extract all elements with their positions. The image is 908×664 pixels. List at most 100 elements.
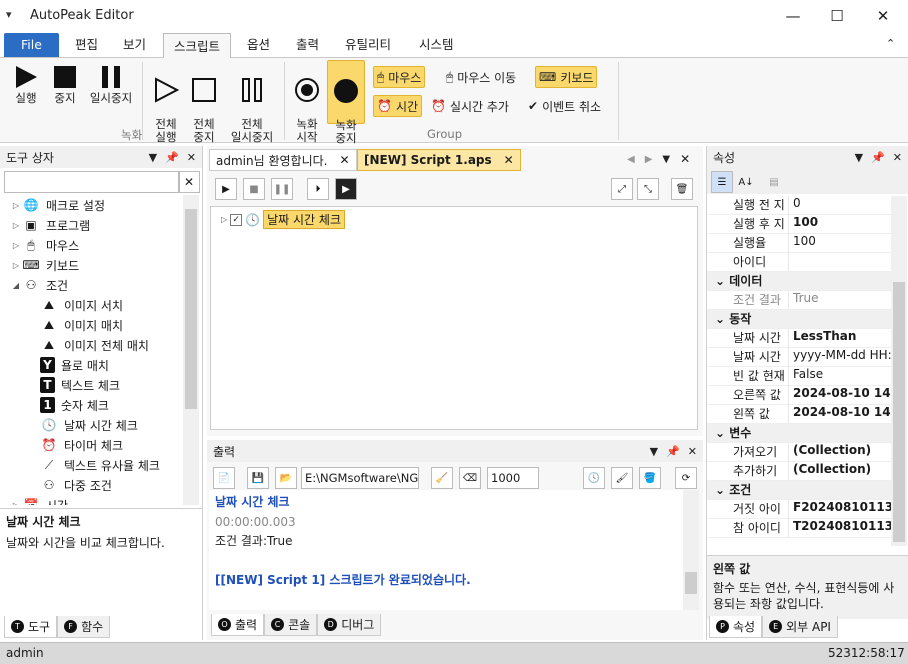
close-tab-icon[interactable]: ✕	[504, 153, 514, 167]
property-row[interactable]: 실행율 100	[707, 234, 891, 253]
property-row[interactable]: 실행 전 지0	[707, 196, 891, 215]
tree-item[interactable]: ⟋ 텍스트 유사율 체크	[0, 455, 160, 475]
property-pages-button[interactable]: ▤	[763, 171, 785, 193]
file-menu[interactable]: File	[4, 33, 59, 57]
property-value[interactable]: (Collection)	[789, 462, 891, 480]
tab-debug[interactable]: D 디버그	[317, 614, 382, 636]
delete-node-button[interactable]: 🗑	[671, 178, 693, 200]
dropdown-icon[interactable]: ▼	[149, 151, 157, 164]
new-log-button[interactable]: 📄	[213, 467, 235, 489]
step-run-button[interactable]: ⏵	[307, 178, 329, 200]
clear-search-button[interactable]: ✕	[178, 171, 200, 193]
dropdown-icon[interactable]: ▼	[855, 151, 863, 164]
collapse-category-icon[interactable]: ⌄	[715, 483, 729, 497]
record-mouse-move-toggle[interactable]: 🖱 마우스 이동	[443, 66, 519, 88]
scroll-right-icon[interactable]: ▶	[645, 154, 653, 165]
tree-item[interactable]: Y 욜로 매치	[0, 355, 109, 375]
property-row[interactable]: 조건 결과 True	[707, 291, 891, 310]
expand-arrow-icon[interactable]: ▷	[10, 261, 22, 270]
property-value[interactable]: 2024-08-10 14:0	[789, 386, 891, 404]
refresh-button[interactable]: ⟳	[675, 467, 697, 489]
property-value[interactable]: (Collection)	[789, 443, 891, 461]
save-log-button[interactable]: 💾	[247, 467, 269, 489]
property-value[interactable]: 2024-08-10 14:0	[789, 405, 891, 423]
property-value[interactable]: 100	[789, 215, 891, 233]
pause-all-button[interactable]: 전체 일시중지	[226, 62, 278, 157]
run-from-button[interactable]: ▶	[335, 178, 357, 200]
property-row[interactable]: 오른쪽 값2024-08-10 14:0	[707, 386, 891, 405]
property-value[interactable]	[789, 253, 891, 271]
record-keyboard-toggle[interactable]: ⌨ 키보드	[535, 66, 598, 88]
alphabetical-view-button[interactable]: A↓	[735, 171, 757, 193]
log-path-field[interactable]: E:\NGMsoftware\NG	[301, 467, 419, 489]
expand-arrow-icon[interactable]: ▷	[10, 201, 22, 210]
collapse-category-icon[interactable]: ⌄	[715, 426, 729, 440]
close-button[interactable]: ✕	[860, 0, 906, 32]
script-node[interactable]: ▷ ✓ 🕓 날짜 시간 체크	[221, 210, 345, 229]
toolbox-search-input[interactable]	[4, 171, 180, 193]
pause-button[interactable]: 일시중지	[86, 62, 136, 105]
maximize-button[interactable]: ☐	[814, 0, 860, 32]
tab-script[interactable]: 스크립트	[163, 33, 232, 59]
categorized-view-button[interactable]: ☰	[711, 171, 733, 193]
close-icon[interactable]: ✕	[893, 151, 902, 164]
collapse-all-button[interactable]: ⤡	[637, 178, 659, 200]
editor-stop-button[interactable]: ■	[243, 178, 265, 200]
tree-item[interactable]: 🕓 날짜 시간 체크	[0, 415, 138, 435]
property-row[interactable]: 왼쪽 값2024-08-10 14:0	[707, 405, 891, 424]
tab-output-log[interactable]: O 출력	[211, 614, 265, 636]
tab-edit[interactable]: 편집	[65, 32, 108, 58]
record-mouse-toggle[interactable]: 🖱 마우스	[373, 66, 426, 88]
tab-tools[interactable]: T 도구	[4, 616, 58, 638]
collapse-category-icon[interactable]: ⌄	[715, 312, 729, 326]
output-scrollbar[interactable]	[683, 490, 699, 610]
property-value[interactable]: LessThan	[789, 329, 891, 347]
tree-item[interactable]: ▷ ▣ 프로그램	[0, 215, 90, 235]
open-folder-button[interactable]: 📂	[275, 467, 297, 489]
fill-color-button[interactable]: 🪣	[639, 467, 661, 489]
close-editor-icon[interactable]: ✕	[680, 152, 690, 166]
tree-item[interactable]: ▷ 🌐 매크로 설정	[0, 195, 105, 215]
tab-view[interactable]: 보기	[113, 32, 156, 58]
properties-scrollbar[interactable]	[891, 196, 907, 546]
property-value[interactable]: yyyy-MM-dd HH:	[789, 348, 891, 366]
expand-all-button[interactable]: ⤢	[611, 178, 633, 200]
tab-options[interactable]: 옵션	[237, 32, 280, 58]
tab-console[interactable]: C 콘솔	[264, 614, 318, 636]
property-value[interactable]: F202408101139	[789, 500, 891, 518]
clean-button[interactable]: 🧹	[431, 467, 453, 489]
quick-access-menu[interactable]: ▾	[6, 8, 12, 21]
editor-run-button[interactable]: ▶	[215, 178, 237, 200]
minimize-button[interactable]: —	[770, 0, 816, 32]
stop-all-button[interactable]: 전체 중지	[186, 62, 222, 157]
record-stop-button[interactable]: 녹화 중지	[327, 60, 365, 145]
property-category[interactable]: ⌄ 변수	[707, 424, 891, 443]
pin-icon[interactable]: 📌	[165, 151, 179, 164]
tree-item[interactable]: ▷ 🖱 마우스	[0, 235, 79, 255]
cancel-event-toggle[interactable]: ✔ 이벤트 취소	[525, 95, 604, 117]
property-row[interactable]: 참 아이디 T202408101139	[707, 519, 891, 538]
property-value[interactable]: 0	[789, 196, 891, 214]
run-button[interactable]: 실행	[8, 62, 44, 105]
property-row[interactable]: 추가하기 (Collection)	[707, 462, 891, 481]
tree-item[interactable]: 1 숫자 체크	[0, 395, 109, 415]
tab-script-1[interactable]: [NEW] Script 1.aps ✕	[357, 149, 521, 171]
property-value[interactable]: False	[789, 367, 891, 385]
property-row[interactable]: 날짜 시간 LessThan	[707, 329, 891, 348]
property-row[interactable]: 실행 후 지 100	[707, 215, 891, 234]
tree-item[interactable]: T 텍스트 체크	[0, 375, 120, 395]
tree-item[interactable]: ◢ ⚇ 조건	[0, 275, 68, 295]
property-value[interactable]: 100	[789, 234, 891, 252]
output-log[interactable]: 날짜 시간 체크 00:00:00.003 조건 결과:True [[NEW] Scr…	[209, 490, 683, 610]
record-start-button[interactable]: 녹화 시작	[290, 62, 324, 157]
collapse-category-icon[interactable]: ⌄	[715, 274, 729, 288]
tab-welcome[interactable]: admin님 환영합니다. ✕	[209, 149, 357, 171]
tree-item[interactable]: ⛰ 이미지 서치	[0, 295, 123, 315]
tab-utility[interactable]: 유틸리티	[335, 32, 401, 58]
tab-system[interactable]: 시스템	[409, 32, 464, 58]
brush-button[interactable]: 🖌	[611, 467, 633, 489]
tab-properties[interactable]: P 속성	[709, 616, 763, 638]
close-icon[interactable]: ✕	[187, 151, 196, 164]
tree-item[interactable]: ⛰ 이미지 전체 매치	[0, 335, 149, 355]
property-row[interactable]: 가져오기 (Collection)	[707, 443, 891, 462]
